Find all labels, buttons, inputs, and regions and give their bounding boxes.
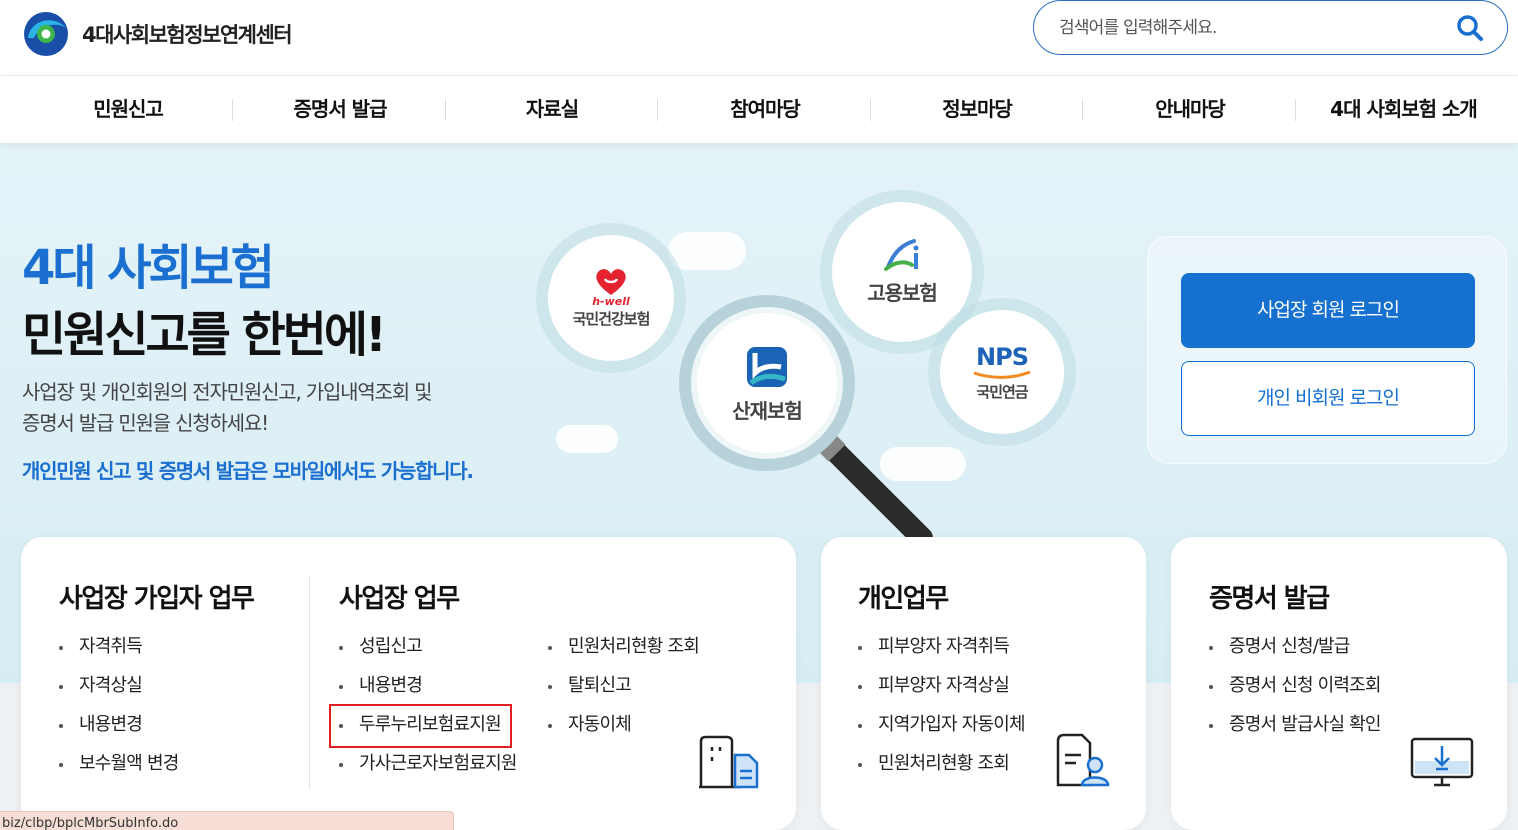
site-logo[interactable]: 4대사회보험정보연계센터: [20, 8, 293, 60]
nav-item-guide[interactable]: 안내마당: [1090, 76, 1290, 143]
person-document-icon: [1056, 733, 1110, 787]
health-insurance-bubble: h-well 국민건강보험: [548, 235, 674, 361]
business-work-list-2: 민원처리현황 조회 탈퇴신고 자동이체: [548, 637, 700, 754]
hero-description: 사업장 및 개인회원의 전자민원신고, 가입내역조회 및 증명서 발급 민원을 …: [22, 377, 522, 439]
pension-label: 국민연금: [976, 382, 1028, 401]
personal-work-list: 피부양자 자격취득 피부양자 자격상실 지역가입자 자동이체 민원처리현황 조회: [858, 637, 1026, 793]
health-insurance-label: 국민건강보험: [572, 310, 651, 328]
certificate-list: 증명서 신청/발급 증명서 신청 이력조회 증명서 발급사실 확인: [1209, 637, 1381, 754]
cloud-decoration: [668, 232, 746, 270]
heart-icon: [596, 269, 626, 295]
nav-item-complaint[interactable]: 민원신고: [28, 76, 228, 143]
logo-icon: [24, 12, 68, 56]
card-divider: [309, 575, 310, 790]
search-box: [1033, 0, 1508, 55]
list-item[interactable]: 탈퇴신고: [548, 676, 699, 715]
business-subscriber-title: 사업장 가입자 업무: [59, 584, 255, 614]
hero-title-line1: 4대 사회보험: [22, 240, 275, 296]
logo-text: 4대사회보험정보연계센터: [82, 23, 293, 47]
hero-mobile-note: 개인민원 신고 및 증명서 발급은 모바일에서도 가능합니다.: [22, 459, 474, 483]
search-icon[interactable]: [1455, 13, 1485, 43]
cloud-decoration: [556, 425, 618, 453]
list-item[interactable]: 증명서 신청/발급: [1209, 637, 1381, 676]
hero-desc-line2: 증명서 발급 민원을 신청하세요!: [22, 411, 269, 435]
pension-bubble: NPS 국민연금: [940, 310, 1064, 434]
hero-desc-line1: 사업장 및 개인회원의 전자민원신고, 가입내역조회 및: [22, 380, 433, 404]
header: 4대사회보험정보연계센터: [0, 0, 1518, 76]
nav-item-info[interactable]: 정보마당: [877, 76, 1077, 143]
nav-item-certificate[interactable]: 증명서 발급: [240, 76, 440, 143]
list-item[interactable]: 보수월액 변경: [59, 754, 179, 793]
nav-divider: [1082, 99, 1083, 121]
list-item[interactable]: 내용변경: [59, 715, 178, 754]
nav-divider: [445, 99, 446, 121]
list-item[interactable]: 자격상실: [59, 676, 178, 715]
pension-brand-text: NPS: [976, 342, 1029, 371]
health-brand-text: h-well: [592, 295, 630, 308]
industrial-logo-icon: [747, 346, 787, 387]
personal-work-title: 개인업무: [858, 584, 949, 614]
nav-item-about[interactable]: 4대 사회보험 소개: [1306, 76, 1501, 143]
list-item[interactable]: 증명서 신청 이력조회: [1209, 676, 1381, 715]
list-item[interactable]: 자동이체: [548, 715, 699, 754]
status-bar-url: biz/clbp/bplcMbrSubInfo.do: [0, 811, 454, 830]
nav-divider: [232, 99, 233, 121]
nav-divider: [657, 99, 658, 121]
building-document-icon: [699, 735, 759, 789]
login-panel: 사업장 회원 로그인 개인 비회원 로그인: [1147, 236, 1507, 464]
business-subscriber-list: 자격취득 자격상실 내용변경 보수월액 변경: [59, 637, 179, 793]
list-item[interactable]: 피부양자 자격상실: [858, 676, 1025, 715]
business-work-title: 사업장 업무: [339, 584, 460, 614]
pension-swoosh-icon: [973, 370, 1031, 379]
list-item[interactable]: 민원처리현황 조회: [858, 754, 1025, 793]
list-item[interactable]: 민원처리현황 조회: [548, 637, 700, 676]
list-item[interactable]: 증명서 발급사실 확인: [1209, 715, 1381, 754]
nav-divider: [870, 99, 871, 121]
employment-logo-icon: [884, 238, 919, 271]
list-item[interactable]: 성립신고: [339, 637, 517, 676]
monitor-download-icon: [1410, 737, 1474, 787]
certificate-title: 증명서 발급: [1209, 584, 1330, 614]
list-item[interactable]: 가사근로자보험료지원: [339, 754, 517, 793]
business-login-button[interactable]: 사업장 회원 로그인: [1181, 273, 1475, 348]
personal-login-button[interactable]: 개인 비회원 로그인: [1181, 361, 1475, 436]
list-item[interactable]: 지역가입자 자동이체: [858, 715, 1026, 754]
list-item[interactable]: 피부양자 자격취득: [858, 637, 1025, 676]
main-nav: 민원신고 증명서 발급 자료실 참여마당 정보마당 안내마당 4대 사회보험 소…: [0, 76, 1518, 143]
industrial-insurance-label: 산재보험: [732, 398, 803, 423]
highlight-box: [329, 704, 512, 748]
search-input[interactable]: [1059, 11, 1439, 45]
industrial-insurance-bubble: 산재보험: [704, 320, 830, 446]
nav-item-archive[interactable]: 자료실: [452, 76, 652, 143]
hero-title-line2: 민원신고를 한번에!: [22, 307, 387, 363]
list-item[interactable]: 자격취득: [59, 637, 178, 676]
nav-divider: [1295, 99, 1296, 121]
nav-item-participation[interactable]: 참여마당: [665, 76, 865, 143]
